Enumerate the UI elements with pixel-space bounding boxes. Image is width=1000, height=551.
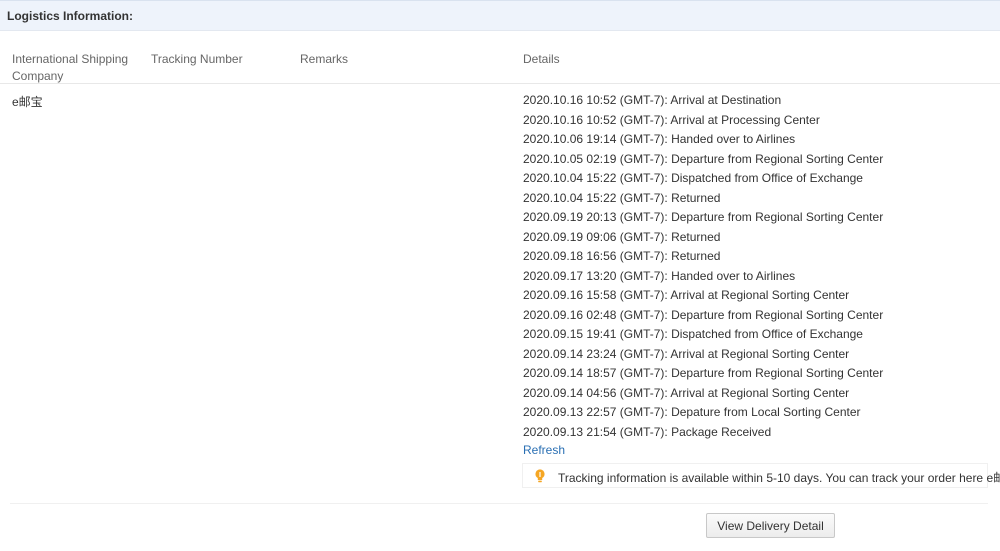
tracking-event: 2020.10.16 10:52 (GMT-7): Arrival at Des… bbox=[523, 93, 782, 107]
tracking-tip: Tracking information is available within… bbox=[522, 463, 1000, 488]
carrier-name: e邮宝 bbox=[12, 95, 43, 109]
tracking-event-list: 2020.10.16 10:52 (GMT-7): Arrival at Des… bbox=[523, 91, 883, 442]
tracking-event: 2020.09.18 16:56 (GMT-7): Returned bbox=[523, 249, 721, 263]
tracking-event: 2020.09.16 02:48 (GMT-7): Departure from… bbox=[523, 307, 884, 322]
tracking-event: 2020.09.19 09:06 (GMT-7): Returned bbox=[523, 229, 721, 244]
tracking-event: 2020.10.04 15:22 (GMT-7): Dispatched fro… bbox=[523, 171, 863, 185]
tracking-event: 2020.10.06 19:14 (GMT-7): Handed over to… bbox=[523, 132, 796, 146]
tracking-event: 2020.09.14 18:57 (GMT-7): Departure from… bbox=[523, 366, 884, 380]
tracking-event: 2020.09.15 19:41 (GMT-7): Dispatched fro… bbox=[523, 327, 863, 341]
tracking-event: 2020.09.19 20:13 (GMT-7): Departure from… bbox=[523, 210, 884, 224]
column-header-tracking-number: Tracking Number bbox=[151, 52, 243, 66]
tracking-event: 2020.10.04 15:22 (GMT-7): Returned bbox=[523, 190, 721, 205]
tracking-event: 2020.10.05 02:19 (GMT-7): Departure from… bbox=[523, 151, 884, 166]
tracking-event: 2020.09.16 15:58 (GMT-7): Arrival at Reg… bbox=[523, 288, 850, 302]
tracking-event: 2020.09.13 22:57 (GMT-7): Depature from … bbox=[523, 405, 861, 419]
view-delivery-detail-button[interactable]: View Delivery Detail bbox=[706, 513, 835, 538]
tracking-event: 2020.09.14 23:24 (GMT-7): Arrival at Reg… bbox=[523, 346, 850, 361]
tip-message: Tracking information is available within… bbox=[558, 471, 987, 485]
section-header: Logistics Information: bbox=[0, 0, 1000, 31]
tip-text: Tracking information is available within… bbox=[558, 469, 1000, 486]
bottom-divider bbox=[10, 503, 988, 504]
column-header-details: Details bbox=[523, 52, 560, 66]
header-divider bbox=[0, 83, 1000, 84]
tracking-event: 2020.09.14 04:56 (GMT-7): Arrival at Reg… bbox=[523, 385, 850, 400]
tracking-event: 2020.10.16 10:52 (GMT-7): Arrival at Pro… bbox=[523, 112, 820, 127]
column-header-company: International Shipping Company bbox=[12, 52, 129, 83]
lightbulb-icon bbox=[535, 469, 545, 483]
column-header-remarks: Remarks bbox=[300, 52, 349, 66]
section-title: Logistics Information: bbox=[7, 9, 133, 23]
refresh-link[interactable]: Refresh bbox=[523, 443, 565, 457]
tracking-event: 2020.09.17 13:20 (GMT-7): Handed over to… bbox=[523, 268, 796, 283]
tip-carrier-link[interactable]: e邮宝 bbox=[986, 471, 1000, 485]
tracking-event: 2020.09.13 21:54 (GMT-7): Package Receiv… bbox=[523, 424, 772, 439]
